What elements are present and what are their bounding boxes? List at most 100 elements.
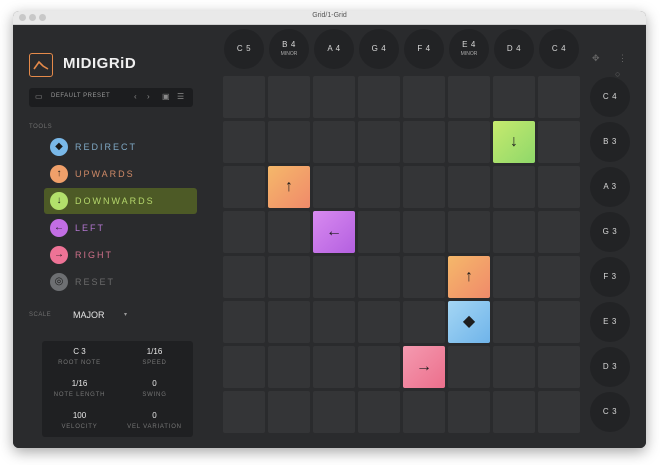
row-note-button[interactable]: C 4: [590, 77, 630, 117]
grid-cell[interactable]: [313, 256, 355, 298]
grid-cell[interactable]: [313, 346, 355, 388]
left-arrow-icon[interactable]: ←: [313, 211, 355, 253]
grid-cell[interactable]: [313, 121, 355, 163]
column-note-button[interactable]: E 4 MINOR: [449, 29, 489, 69]
grid-cell[interactable]: [268, 391, 310, 433]
grid-cell[interactable]: [223, 346, 265, 388]
tool-redirect[interactable]: ◆ REDIRECT: [44, 134, 197, 160]
tool-right[interactable]: → RIGHT: [44, 242, 197, 268]
save-icon[interactable]: ▣: [162, 92, 170, 102]
grid-cell[interactable]: [223, 166, 265, 208]
downwards-arrow-icon[interactable]: ↓: [493, 121, 535, 163]
param-swing-value[interactable]: 0: [117, 379, 192, 388]
grid-cell[interactable]: [403, 256, 445, 298]
right-arrow-icon[interactable]: →: [403, 346, 445, 388]
grid-cell[interactable]: [493, 166, 535, 208]
grid-cell[interactable]: [493, 346, 535, 388]
grid-cell[interactable]: [538, 301, 580, 343]
grid-cell[interactable]: [223, 121, 265, 163]
param-note-length-value[interactable]: 1/16: [42, 379, 117, 388]
grid-cell[interactable]: [448, 76, 490, 118]
grid-cell[interactable]: [403, 166, 445, 208]
grid-cell[interactable]: [268, 301, 310, 343]
column-note-button[interactable]: G 4: [359, 29, 399, 69]
grid-cell[interactable]: [223, 76, 265, 118]
grid-cell[interactable]: [493, 211, 535, 253]
column-note-button[interactable]: B 4 MINOR: [269, 29, 309, 69]
grid-cell[interactable]: [223, 211, 265, 253]
grid-cell[interactable]: [403, 391, 445, 433]
upwards-arrow-icon[interactable]: ↑: [268, 166, 310, 208]
grid-cell[interactable]: [313, 391, 355, 433]
grid-cell[interactable]: [448, 346, 490, 388]
grid-cell[interactable]: [448, 391, 490, 433]
grid-cell[interactable]: [223, 301, 265, 343]
grid-cell[interactable]: [538, 76, 580, 118]
row-note-button[interactable]: F 3: [590, 257, 630, 297]
grid-cell[interactable]: [538, 346, 580, 388]
row-note-button[interactable]: B 3: [590, 122, 630, 162]
grid-cell[interactable]: [493, 76, 535, 118]
grid-cell[interactable]: [358, 166, 400, 208]
grid-cell[interactable]: [538, 166, 580, 208]
column-note-button[interactable]: F 4: [404, 29, 444, 69]
grid-cell[interactable]: [268, 121, 310, 163]
param-velocity-value[interactable]: 100: [42, 411, 117, 420]
tool-upwards[interactable]: ↑ UPWARDS: [44, 161, 197, 187]
grid-cell[interactable]: [448, 211, 490, 253]
grid-cell[interactable]: [403, 121, 445, 163]
grid-cell[interactable]: [403, 301, 445, 343]
row-note-button[interactable]: A 3: [590, 167, 630, 207]
menu-icon[interactable]: ☰: [177, 92, 184, 102]
column-note-button[interactable]: D 4: [494, 29, 534, 69]
row-note-button[interactable]: G 3: [590, 212, 630, 252]
grid-cell[interactable]: [268, 256, 310, 298]
grid-cell[interactable]: [538, 211, 580, 253]
upwards-arrow-icon[interactable]: ↑: [448, 256, 490, 298]
grid-cell[interactable]: [358, 391, 400, 433]
grid-cell[interactable]: [223, 256, 265, 298]
chevron-down-icon[interactable]: ▾: [124, 311, 127, 318]
grid-cell[interactable]: [358, 121, 400, 163]
grid-cell[interactable]: [358, 301, 400, 343]
grid-cell[interactable]: [493, 391, 535, 433]
grid-cell[interactable]: [268, 76, 310, 118]
scale-select[interactable]: MAJOR: [73, 310, 105, 320]
column-note-button[interactable]: C 5: [224, 29, 264, 69]
grid-cell[interactable]: [313, 301, 355, 343]
grid-cell[interactable]: [448, 121, 490, 163]
grid-cell[interactable]: [538, 121, 580, 163]
grid-cell[interactable]: [268, 211, 310, 253]
settings-circle-icon[interactable]: ○: [615, 69, 620, 79]
grid-cell[interactable]: [358, 346, 400, 388]
grid-cell[interactable]: [538, 391, 580, 433]
preset-selector[interactable]: ▭ DEFAULT PRESET ‹ › ▣ ☰: [29, 88, 193, 107]
grid-cell[interactable]: [403, 211, 445, 253]
row-note-button[interactable]: E 3: [590, 302, 630, 342]
redirect-arrow-icon[interactable]: ◆: [448, 301, 490, 343]
param-root-note-value[interactable]: C 3: [42, 347, 117, 356]
tool-left[interactable]: ← LEFT: [44, 215, 197, 241]
grid-cell[interactable]: [313, 166, 355, 208]
grid-cell[interactable]: [493, 301, 535, 343]
grid-cell[interactable]: [313, 76, 355, 118]
param-vel-variation-value[interactable]: 0: [117, 411, 192, 420]
grid-cell[interactable]: [493, 256, 535, 298]
grid-cell[interactable]: [358, 211, 400, 253]
column-note-button[interactable]: C 4: [539, 29, 579, 69]
grid-cell[interactable]: [358, 256, 400, 298]
grid-cell[interactable]: [448, 166, 490, 208]
preset-prev-button[interactable]: ‹: [134, 92, 137, 102]
grid-cell[interactable]: [403, 76, 445, 118]
tool-downwards[interactable]: ↓ DOWNWARDS: [44, 188, 197, 214]
row-note-button[interactable]: C 3: [590, 392, 630, 432]
row-note-button[interactable]: D 3: [590, 347, 630, 387]
preset-next-button[interactable]: ›: [147, 92, 150, 102]
column-note-button[interactable]: A 4: [314, 29, 354, 69]
grid-cell[interactable]: [538, 256, 580, 298]
grid-cell[interactable]: [358, 76, 400, 118]
tool-reset[interactable]: ◎ RESET: [44, 269, 197, 295]
grid-cell[interactable]: [268, 346, 310, 388]
grid-cell[interactable]: [223, 391, 265, 433]
move-icon[interactable]: ✥: [592, 53, 600, 64]
